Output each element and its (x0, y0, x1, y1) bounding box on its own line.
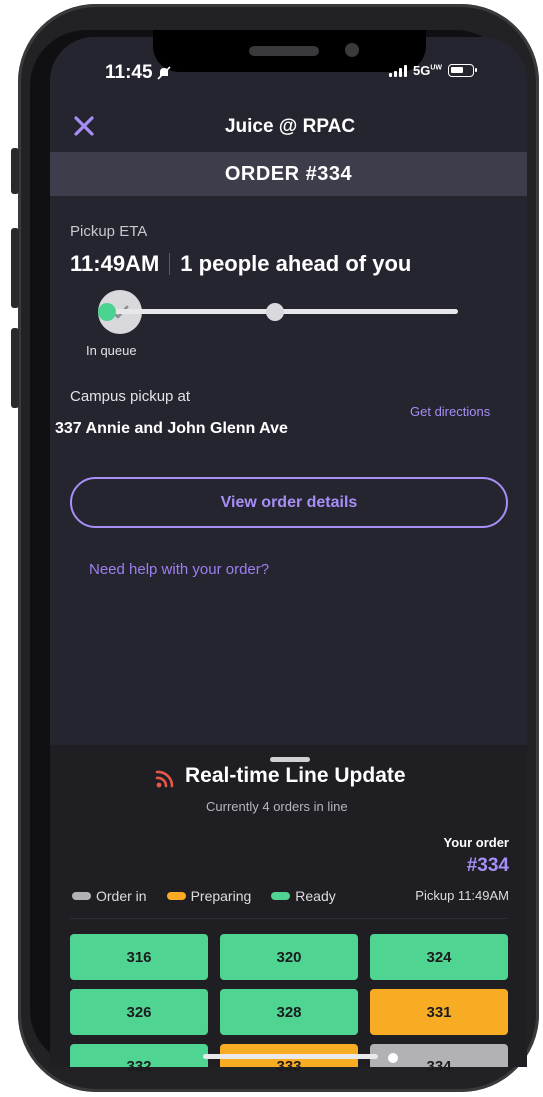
pickup-location-label: Campus pickup at (70, 388, 191, 405)
pickup-address: 337 Annie and John Glenn Ave (55, 420, 288, 437)
legend-ready: Ready (271, 888, 336, 904)
pickup-eta-row: 11:49AM 1 people ahead of you (70, 251, 411, 277)
mute-icon (157, 66, 171, 83)
legend-label-ready: Ready (295, 888, 336, 904)
phone-volume-up (11, 228, 19, 308)
order-tile-number: 320 (276, 948, 302, 966)
order-tile: 332 (70, 1044, 208, 1075)
battery-icon (448, 64, 478, 77)
legend-label-order-in: Order in (96, 888, 147, 904)
status-time: 11:45 (105, 62, 153, 83)
legend-preparing: Preparing (166, 888, 252, 904)
your-order-label: Your order (443, 835, 510, 850)
progress-step-in-queue (98, 303, 116, 321)
phone-silent-switch (11, 148, 19, 194)
view-order-details-label: View order details (220, 493, 358, 511)
pickup-eta-time: 11:49AM (70, 251, 160, 276)
order-tile-number: 331 (426, 1003, 452, 1021)
scroll-position-dot (388, 1053, 398, 1063)
order-tile-number: 334 (426, 1058, 452, 1075)
legend-label-preparing: Preparing (190, 888, 252, 904)
network-label: 5GUW (413, 63, 443, 78)
order-number: ORDER #334 (224, 162, 353, 185)
status-legend: Order in Preparing Ready (72, 888, 356, 904)
order-tile: 331 (370, 989, 508, 1035)
notch (153, 30, 426, 72)
progress-step-preparing (266, 303, 284, 321)
order-tile-number: 324 (426, 948, 452, 966)
sheet-drag-handle[interactable] (270, 757, 310, 762)
camera (345, 43, 359, 57)
your-order-pickup-time: Pickup 11:49AM (415, 888, 509, 903)
view-order-details-button[interactable]: View order details (70, 477, 508, 528)
order-progress-tracker (98, 290, 480, 334)
legend-swatch-order-in (72, 892, 91, 900)
order-tile-number: 316 (126, 948, 152, 966)
line-update-title: Real-time Line Update (185, 764, 406, 787)
line-update-subtitle: Currently 4 orders in line (206, 799, 348, 814)
get-directions-link[interactable]: Get directions (410, 404, 490, 419)
eta-divider (169, 253, 171, 275)
speaker (249, 46, 319, 56)
status-indicators: 5GUW (389, 63, 478, 78)
order-tile-number: 332 (126, 1058, 152, 1075)
order-tile: 326 (70, 989, 208, 1035)
order-tile-number: 333 (276, 1058, 302, 1075)
phone-volume-down (11, 328, 19, 408)
order-tile: 320 (220, 934, 358, 980)
order-number-banner: ORDER #334 (50, 152, 527, 196)
close-icon[interactable] (72, 114, 96, 138)
pickup-eta-label: Pickup ETA (70, 223, 148, 240)
order-tile: 316 (70, 934, 208, 980)
order-tile-number: 326 (126, 1003, 152, 1021)
signal-icon (389, 64, 407, 77)
home-indicator[interactable] (203, 1054, 378, 1059)
legend-order-in: Order in (72, 888, 147, 904)
order-tile: 328 (220, 989, 358, 1035)
store-title: Juice @ RPAC (224, 116, 356, 137)
legend-divider (70, 918, 508, 919)
order-tile: 324 (370, 934, 508, 980)
legend-swatch-ready (271, 892, 291, 900)
order-help-link[interactable]: Need help with your order? (89, 561, 269, 578)
queue-position: 1 people ahead of you (180, 251, 412, 276)
live-signal-icon (155, 768, 175, 788)
order-tile-number: 328 (276, 1003, 302, 1021)
legend-swatch-preparing (166, 892, 186, 900)
progress-stage-label: In queue (86, 343, 137, 358)
your-order-number: #334 (466, 855, 509, 876)
